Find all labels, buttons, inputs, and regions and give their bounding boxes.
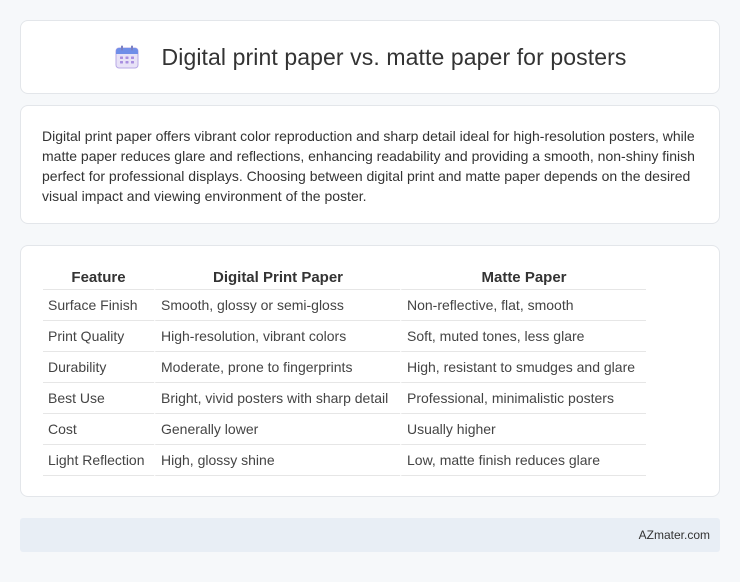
page-title: Digital print paper vs. matte paper for … xyxy=(161,43,627,70)
table-cell-matte: Low, matte finish reduces glare xyxy=(400,445,646,476)
comparison-table-card: Feature Digital Print Paper Matte Paper … xyxy=(20,245,720,497)
description-card: Digital print paper offers vibrant color… xyxy=(20,105,720,224)
table-cell-digital: Moderate, prone to fingerprints xyxy=(154,352,400,383)
column-header-feature: Feature xyxy=(43,266,154,290)
table-cell-matte: Soft, muted tones, less glare xyxy=(400,321,646,352)
table-row: Print Quality High-resolution, vibrant c… xyxy=(43,321,646,352)
table-cell-feature: Surface Finish xyxy=(43,290,154,321)
table-cell-digital: High, glossy shine xyxy=(154,445,400,476)
table-cell-matte: Professional, minimalistic posters xyxy=(400,383,646,414)
description-text: Digital print paper offers vibrant color… xyxy=(42,128,695,204)
comparison-table: Feature Digital Print Paper Matte Paper … xyxy=(43,266,646,476)
table-row: Best Use Bright, vivid posters with shar… xyxy=(43,383,646,414)
column-header-digital-print-paper: Digital Print Paper xyxy=(154,266,400,290)
table-row: Surface Finish Smooth, glossy or semi-gl… xyxy=(43,290,646,321)
table-cell-digital: Generally lower xyxy=(154,414,400,445)
footer-bar: AZmater.com xyxy=(20,518,720,552)
table-row: Light Reflection High, glossy shine Low,… xyxy=(43,445,646,476)
footer-brand: AZmater.com xyxy=(638,528,710,542)
table-cell-feature: Light Reflection xyxy=(43,445,154,476)
table-cell-matte: Usually higher xyxy=(400,414,646,445)
table-header-row: Feature Digital Print Paper Matte Paper xyxy=(43,266,646,290)
table-cell-feature: Print Quality xyxy=(43,321,154,352)
column-header-matte-paper: Matte Paper xyxy=(400,266,646,290)
table-cell-digital: Smooth, glossy or semi-gloss xyxy=(154,290,400,321)
table-cell-feature: Durability xyxy=(43,352,154,383)
table-cell-digital: Bright, vivid posters with sharp detail xyxy=(154,383,400,414)
table-cell-feature: Cost xyxy=(43,414,154,445)
table-cell-matte: Non-reflective, flat, smooth xyxy=(400,290,646,321)
calendar-icon xyxy=(115,45,139,69)
table-cell-feature: Best Use xyxy=(43,383,154,414)
table-cell-matte: High, resistant to smudges and glare xyxy=(400,352,646,383)
table-row: Durability Moderate, prone to fingerprin… xyxy=(43,352,646,383)
table-cell-digital: High-resolution, vibrant colors xyxy=(154,321,400,352)
table-row: Cost Generally lower Usually higher xyxy=(43,414,646,445)
title-card: Digital print paper vs. matte paper for … xyxy=(20,20,720,94)
